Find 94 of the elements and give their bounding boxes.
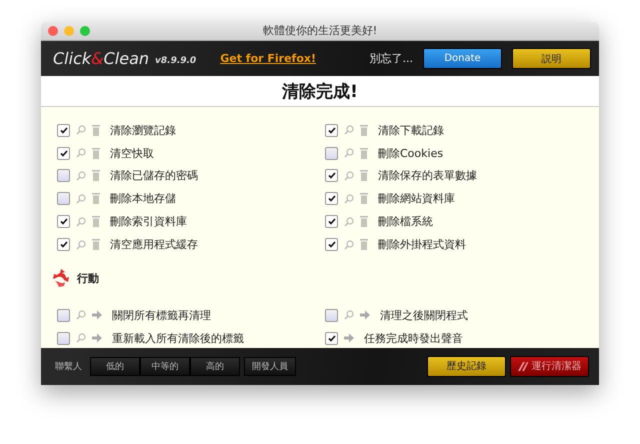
search-icon[interactable]: [344, 216, 354, 227]
trash-icon[interactable]: [92, 216, 100, 228]
reminder-text: 別忘了...: [370, 51, 413, 66]
search-icon[interactable]: [76, 333, 86, 344]
trash-icon[interactable]: [360, 170, 368, 182]
status-title: 清除完成!: [282, 80, 358, 103]
arrow-icon: [92, 333, 102, 344]
option-label: 刪除外掛程式資料: [378, 237, 466, 252]
search-icon[interactable]: [76, 216, 86, 227]
option-label: 重新載入所有清除後的標籤: [112, 330, 244, 346]
arrow-icon: [344, 333, 354, 344]
help-button[interactable]: 説明: [512, 48, 591, 69]
zoom-button[interactable]: [80, 26, 90, 36]
option-label: 清除已儲存的密碼: [110, 168, 198, 184]
search-icon[interactable]: [76, 170, 86, 181]
trash-icon[interactable]: [360, 216, 368, 228]
search-icon[interactable]: [344, 170, 354, 181]
trash-icon[interactable]: [92, 148, 100, 158]
arrow-icon: [92, 310, 102, 320]
option-label: 任務完成時發出聲音: [364, 330, 463, 346]
option-label: 清除瀏覽記錄: [110, 122, 176, 138]
checkbox[interactable]: [57, 238, 70, 252]
arrow-icon: [360, 310, 370, 320]
run-cleaner-button[interactable]: 運行清潔器: [510, 356, 589, 377]
option-label: 清理之後關閉程式: [380, 308, 468, 323]
option-label: 刪除索引資料庫: [110, 214, 187, 230]
checkbox[interactable]: [325, 169, 338, 182]
option-label: 清空快取: [110, 146, 154, 160]
level-button[interactable]: 中等的: [140, 356, 190, 376]
search-icon[interactable]: [344, 310, 354, 320]
check-icon: [328, 172, 336, 180]
level-button[interactable]: 低的: [90, 356, 140, 376]
checkbox[interactable]: [57, 169, 70, 182]
search-icon[interactable]: [76, 194, 86, 204]
check-icon: [328, 241, 336, 248]
checkbox[interactable]: [325, 192, 338, 206]
search-icon[interactable]: [76, 125, 86, 136]
checkbox[interactable]: [57, 192, 70, 206]
level-button[interactable]: 高的: [190, 356, 240, 376]
trash-icon[interactable]: [360, 239, 368, 250]
option-label: 清除保存的表單數據: [378, 168, 477, 184]
search-icon[interactable]: [76, 310, 86, 320]
search-icon[interactable]: [344, 125, 354, 136]
search-icon[interactable]: [344, 194, 354, 204]
option-label: 刪除檔系統: [378, 214, 433, 230]
trash-icon[interactable]: [92, 239, 100, 250]
option-label: 清除下載記錄: [378, 122, 444, 138]
trash-icon[interactable]: [92, 170, 100, 182]
checkbox[interactable]: [57, 308, 70, 322]
minimize-button[interactable]: [64, 26, 74, 36]
check-icon: [60, 150, 68, 156]
section-title: 行動: [77, 270, 99, 286]
option-label: 刪除網站資料庫: [378, 191, 455, 206]
check-icon: [328, 334, 336, 342]
checkbox[interactable]: [57, 332, 70, 345]
checkbox[interactable]: [325, 238, 338, 252]
trash-icon[interactable]: [360, 193, 368, 204]
stripes-icon: [518, 362, 528, 371]
window-title: 軟體使你的生活更美好!: [262, 23, 378, 38]
checkbox[interactable]: [325, 215, 338, 228]
logo: Click&Clean: [53, 49, 150, 68]
check-icon: [60, 126, 68, 134]
history-button[interactable]: 歷史記錄: [427, 356, 506, 377]
trash-icon[interactable]: [360, 124, 368, 136]
search-icon[interactable]: [344, 148, 354, 158]
check-icon: [60, 218, 68, 226]
checkbox[interactable]: [57, 124, 70, 137]
search-icon[interactable]: [76, 240, 86, 250]
check-icon: [328, 218, 336, 226]
version-label: v8.9.9.0: [155, 56, 196, 66]
option-label: 刪除Cookies: [378, 146, 444, 160]
checkbox[interactable]: [325, 332, 338, 345]
search-icon[interactable]: [344, 240, 354, 250]
contact-label: 聯繫人: [55, 360, 82, 373]
check-icon: [328, 195, 336, 202]
checkbox[interactable]: [57, 146, 70, 160]
option-label: 清空應用程式緩存: [110, 237, 198, 252]
check-icon: [60, 241, 68, 248]
check-icon: [328, 126, 336, 134]
trash-icon[interactable]: [92, 124, 100, 136]
developer-button[interactable]: 開發人員: [244, 356, 296, 376]
option-label: 關閉所有標籤再清理: [112, 308, 211, 323]
close-button[interactable]: [48, 26, 58, 36]
checkbox[interactable]: [57, 215, 70, 228]
search-icon[interactable]: [76, 148, 86, 158]
checkbox[interactable]: [325, 146, 338, 160]
donate-button[interactable]: Donate: [423, 48, 502, 69]
trash-icon[interactable]: [360, 148, 368, 158]
option-label: 刪除本地存儲: [110, 191, 176, 206]
recycle-icon: [51, 268, 71, 288]
checkbox[interactable]: [325, 124, 338, 137]
checkbox[interactable]: [325, 308, 338, 322]
trash-icon[interactable]: [92, 193, 100, 204]
firefox-link[interactable]: Get for Firefox!: [220, 52, 316, 65]
